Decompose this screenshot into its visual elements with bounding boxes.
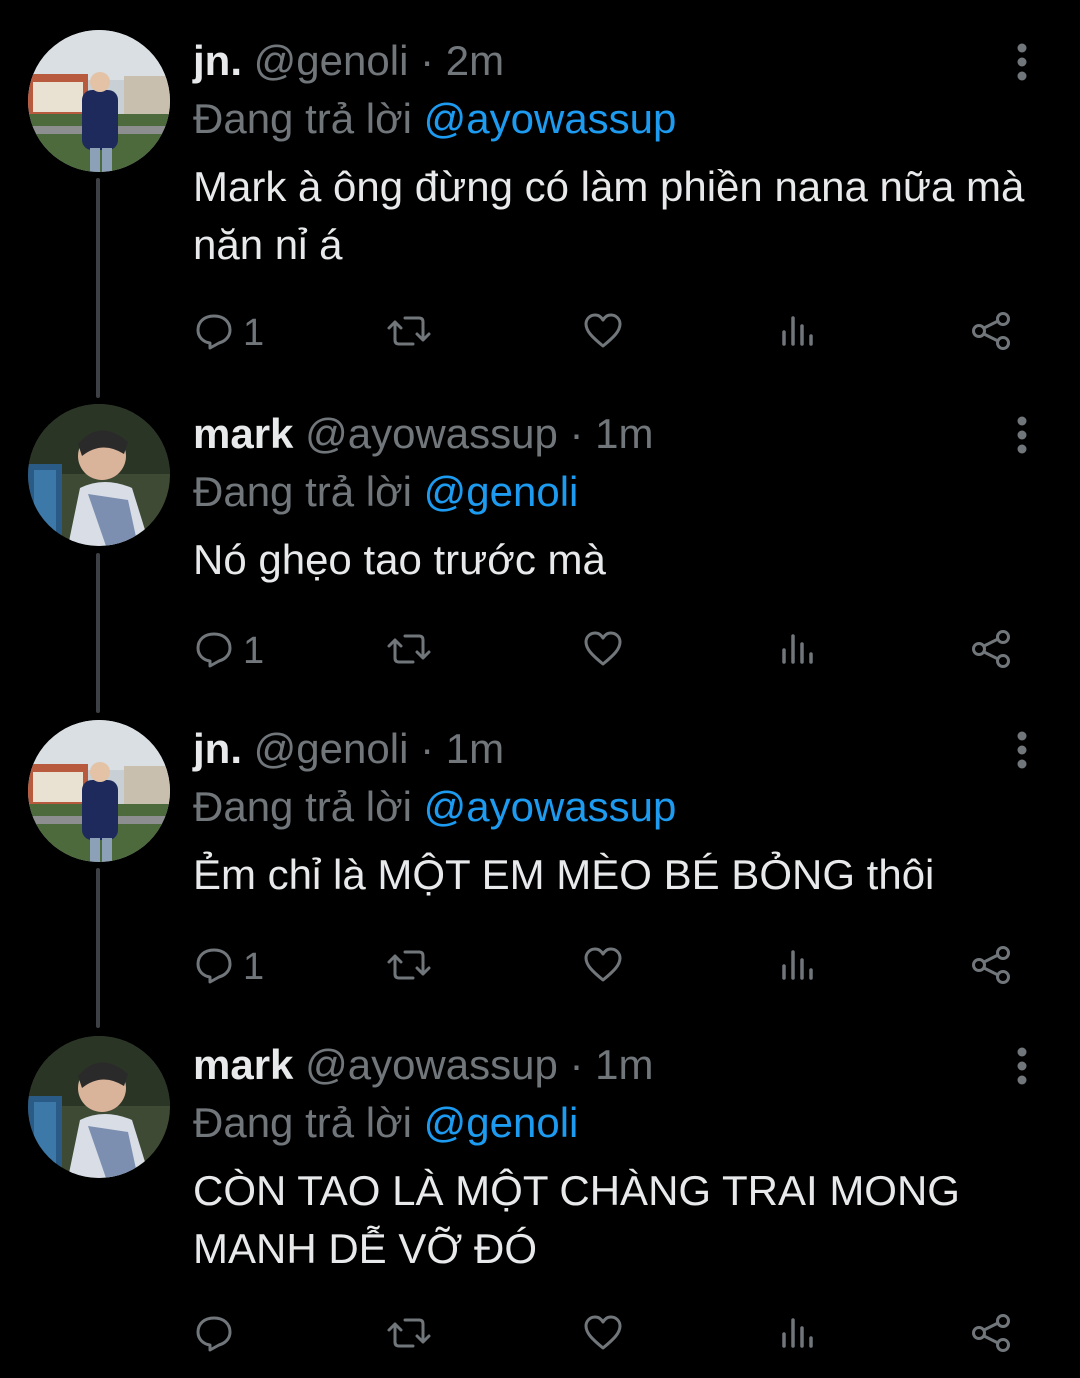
thread-line-1: [96, 178, 100, 398]
replying-to: Đang trả lời @genoli: [193, 1098, 578, 1148]
tweet-text: Ẻm chỉ là MỘT EM MÈO BÉ BỎNG thôi: [193, 851, 935, 898]
more-icon[interactable]: [1008, 40, 1036, 84]
like-icon: [582, 310, 624, 357]
replying-to-handle[interactable]: @ayowassup: [424, 95, 677, 142]
retweet-button[interactable]: [385, 942, 433, 992]
replying-to-label: Đang trả lời: [193, 95, 412, 142]
retweet-button[interactable]: [385, 308, 433, 358]
timestamp[interactable]: · 2m: [420, 37, 504, 84]
timestamp[interactable]: · 1m: [570, 1041, 654, 1088]
like-icon: [582, 944, 624, 991]
share-button[interactable]: [969, 942, 1013, 992]
user-handle[interactable]: @genoli: [254, 725, 409, 772]
like-button[interactable]: [582, 942, 624, 992]
display-name[interactable]: mark: [193, 1041, 293, 1088]
share-icon: [969, 1312, 1013, 1359]
share-icon: [969, 628, 1013, 675]
tweet-actions: 1: [193, 308, 1023, 358]
user-handle[interactable]: @genoli: [254, 37, 409, 84]
like-button[interactable]: [582, 1310, 624, 1360]
share-button[interactable]: [969, 626, 1013, 676]
thread-line-3: [96, 868, 100, 1028]
views-icon: [778, 310, 816, 357]
avatar[interactable]: [28, 720, 170, 862]
thread-line-2: [96, 553, 100, 713]
views-button[interactable]: [778, 626, 816, 676]
reply-count: 1: [243, 630, 265, 672]
tweet-actions: 1: [193, 942, 1023, 992]
avatar[interactable]: [28, 1036, 170, 1178]
share-button[interactable]: [969, 1310, 1013, 1360]
share-icon: [969, 944, 1013, 991]
more-icon[interactable]: [1008, 413, 1036, 457]
replying-to-label: Đang trả lời: [193, 783, 412, 830]
replying-to: Đang trả lời @genoli: [193, 467, 578, 517]
more-icon[interactable]: [1008, 1044, 1036, 1088]
tweet-header: jn. @genoli · 2m: [193, 36, 504, 86]
views-button[interactable]: [778, 308, 816, 358]
timestamp[interactable]: · 1m: [420, 725, 504, 772]
display-name[interactable]: jn.: [193, 37, 242, 84]
display-name[interactable]: mark: [193, 410, 293, 457]
retweet-icon: [385, 310, 433, 357]
reply-button[interactable]: [193, 1310, 243, 1360]
views-icon: [778, 1312, 816, 1359]
tweet-text: CÒN TAO LÀ MỘT CHÀNG TRAI MONG MANH DỄ V…: [193, 1167, 960, 1272]
tweet-text: Nó ghẹo tao trước mà: [193, 536, 606, 583]
retweet-button[interactable]: [385, 1310, 433, 1360]
reply-count: 1: [243, 946, 265, 988]
views-icon: [778, 944, 816, 991]
tweet-actions: 1: [193, 626, 1023, 676]
reply-icon: [193, 944, 235, 991]
tweet-header: mark @ayowassup · 1m: [193, 1040, 654, 1090]
replying-to-label: Đang trả lời: [193, 1099, 412, 1146]
replying-to-handle[interactable]: @genoli: [424, 1099, 579, 1146]
views-button[interactable]: [778, 1310, 816, 1360]
replying-to: Đang trả lời @ayowassup: [193, 94, 676, 144]
timestamp[interactable]: · 1m: [570, 410, 654, 457]
replying-to-handle[interactable]: @ayowassup: [424, 783, 677, 830]
like-button[interactable]: [582, 626, 624, 676]
replying-to-label: Đang trả lời: [193, 468, 412, 515]
like-icon: [582, 1312, 624, 1359]
tweet-text: Mark à ông đừng có làm phiền nana nữa mà…: [193, 163, 1025, 268]
reply-button[interactable]: 1: [193, 626, 264, 676]
retweet-button[interactable]: [385, 626, 433, 676]
replying-to-handle[interactable]: @genoli: [424, 468, 579, 515]
views-button[interactable]: [778, 942, 816, 992]
more-icon[interactable]: [1008, 728, 1036, 772]
reply-button[interactable]: 1: [193, 942, 264, 992]
user-handle[interactable]: @ayowassup: [305, 1041, 558, 1088]
avatar[interactable]: [28, 30, 170, 172]
replying-to: Đang trả lời @ayowassup: [193, 782, 676, 832]
share-icon: [969, 310, 1013, 357]
like-icon: [582, 628, 624, 675]
reply-icon: [193, 310, 235, 357]
retweet-icon: [385, 944, 433, 991]
tweet-header: jn. @genoli · 1m: [193, 724, 504, 774]
reply-count: 1: [243, 312, 265, 354]
tweet-actions: [193, 1310, 1023, 1360]
share-button[interactable]: [969, 308, 1013, 358]
retweet-icon: [385, 1312, 433, 1359]
reply-button[interactable]: 1: [193, 308, 264, 358]
tweet-header: mark @ayowassup · 1m: [193, 409, 654, 459]
user-handle[interactable]: @ayowassup: [305, 410, 558, 457]
reply-icon: [193, 628, 235, 675]
display-name[interactable]: jn.: [193, 725, 242, 772]
like-button[interactable]: [582, 308, 624, 358]
avatar[interactable]: [28, 404, 170, 546]
views-icon: [778, 628, 816, 675]
retweet-icon: [385, 628, 433, 675]
reply-icon: [193, 1312, 235, 1359]
